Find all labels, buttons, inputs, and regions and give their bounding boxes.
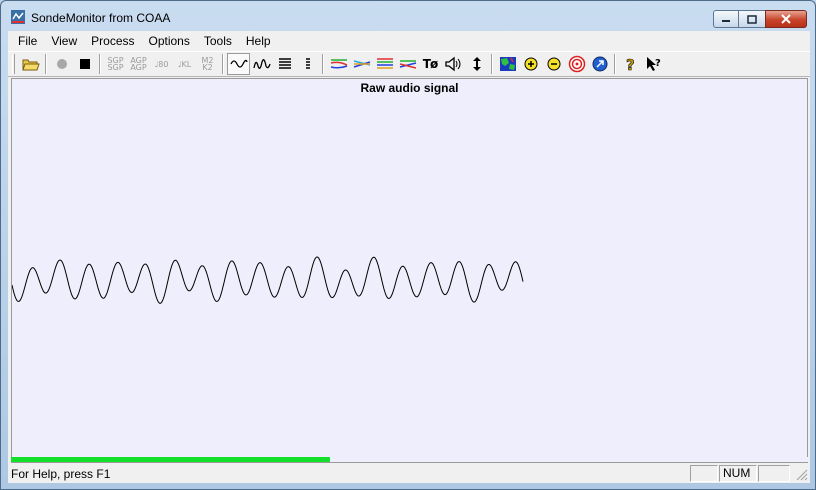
- bars-button[interactable]: [273, 53, 296, 75]
- graph3-button[interactable]: [373, 53, 396, 75]
- vertical-bars-button[interactable]: [296, 53, 319, 75]
- menu-help[interactable]: Help: [239, 31, 278, 51]
- menu-options[interactable]: Options: [142, 31, 197, 51]
- close-button[interactable]: [765, 10, 807, 28]
- pointer-help-icon: ?: [646, 57, 661, 71]
- narrow-lines-icon: [305, 58, 310, 69]
- graph4-button[interactable]: [396, 53, 419, 75]
- m2k2-button[interactable]: M2 K2: [196, 53, 219, 75]
- agp-button[interactable]: AGP AGP: [127, 53, 150, 75]
- multi-line-graph-icon: [330, 59, 347, 69]
- m2k2-icon: M2 K2: [201, 56, 214, 72]
- wave-icon: [252, 59, 271, 69]
- context-help-button[interactable]: ?: [642, 53, 665, 75]
- temperature-button[interactable]: Tø: [419, 53, 442, 75]
- menu-view[interactable]: View: [44, 31, 84, 51]
- graph1-button[interactable]: [327, 53, 350, 75]
- about-button[interactable]: ?: [619, 53, 642, 75]
- map-icon: [499, 57, 516, 71]
- open-folder-icon: [21, 59, 40, 71]
- record-icon: [56, 59, 67, 69]
- toolbar: SGP SGP AGP AGP ♩80 ♩KL M2 K2 Tø ? ?: [8, 51, 810, 77]
- target-button[interactable]: [565, 53, 588, 75]
- window-title: SondeMonitor from COAA: [31, 11, 171, 25]
- raw-signal-button[interactable]: [227, 53, 250, 75]
- toolbar-separator: [45, 54, 47, 74]
- audio-button[interactable]: [442, 53, 465, 75]
- record-button[interactable]: [50, 53, 73, 75]
- zoom-out-button[interactable]: [542, 53, 565, 75]
- stop-button[interactable]: [73, 53, 96, 75]
- menu-tools[interactable]: Tools: [197, 31, 239, 51]
- scale-button[interactable]: [465, 53, 488, 75]
- main-window: SondeMonitor from COAA File View Process…: [0, 0, 816, 490]
- status-pane-scroll: [758, 465, 790, 482]
- lines-icon: [278, 58, 291, 69]
- client-area: File View Process Options Tools Help SGP…: [8, 31, 810, 483]
- sine-wave-icon: [229, 59, 248, 68]
- status-pane-empty: [690, 465, 718, 482]
- caption-buttons: [713, 10, 807, 28]
- svg-text:?: ?: [655, 58, 661, 69]
- progress-fill: [11, 457, 330, 462]
- zoom-out-icon: [547, 57, 560, 71]
- raw-audio-waveform: [12, 256, 524, 304]
- stop-icon: [79, 59, 90, 69]
- kl-button[interactable]: ♩KL: [173, 53, 196, 75]
- close-icon: [781, 14, 791, 24]
- signal-plot: Raw audio signal: [11, 78, 808, 463]
- status-help-text: For Help, press F1: [11, 467, 111, 481]
- toolbar-grip[interactable]: [12, 54, 15, 74]
- title-bar[interactable]: SondeMonitor from COAA: [1, 1, 815, 31]
- speaker-icon: [444, 56, 460, 72]
- progress-bar: [11, 457, 808, 462]
- size-grip-icon[interactable]: [794, 467, 808, 481]
- maximize-icon: [747, 14, 757, 24]
- agp-icon: AGP AGP: [130, 56, 147, 72]
- temperature-icon: Tø: [422, 57, 439, 71]
- diverging-graph-icon: [399, 60, 416, 69]
- v80-icon: ♩80: [154, 59, 169, 69]
- num-lock-indicator: NUM: [723, 466, 751, 480]
- waveform-canvas: [12, 256, 524, 304]
- v80-button[interactable]: ♩80: [150, 53, 173, 75]
- navigate-button[interactable]: [588, 53, 611, 75]
- zoom-in-button[interactable]: [519, 53, 542, 75]
- maximize-button[interactable]: [739, 10, 765, 28]
- menu-file[interactable]: File: [11, 31, 44, 51]
- menu-bar: File View Process Options Tools Help: [8, 31, 810, 51]
- up-down-arrow-icon: [472, 57, 481, 71]
- crossing-graph-icon: [353, 60, 370, 68]
- minimize-button[interactable]: [713, 10, 739, 28]
- toolbar-separator: [99, 54, 101, 74]
- status-bar: For Help, press F1 NUM: [8, 463, 810, 483]
- toolbar-separator: [491, 54, 493, 74]
- svg-text:?: ?: [626, 56, 635, 72]
- menu-process[interactable]: Process: [84, 31, 141, 51]
- minimize-icon: [722, 20, 730, 22]
- filtered-signal-button[interactable]: [250, 53, 273, 75]
- kl-icon: ♩KL: [177, 59, 192, 69]
- colored-lines-icon: [376, 58, 393, 69]
- toolbar-separator: [322, 54, 324, 74]
- compass-icon: [592, 56, 607, 72]
- zoom-in-icon: [524, 57, 537, 71]
- sgp-button[interactable]: SGP SGP: [104, 53, 127, 75]
- status-pane-num: NUM: [719, 465, 757, 482]
- sgp-icon: SGP SGP: [107, 56, 124, 72]
- app-icon: [11, 10, 25, 24]
- toolbar-separator: [222, 54, 224, 74]
- toolbar-separator: [614, 54, 616, 74]
- open-button[interactable]: [19, 53, 42, 75]
- help-question-icon: ?: [625, 56, 635, 72]
- graph2-button[interactable]: [350, 53, 373, 75]
- map-button[interactable]: [496, 53, 519, 75]
- target-icon: [568, 55, 585, 73]
